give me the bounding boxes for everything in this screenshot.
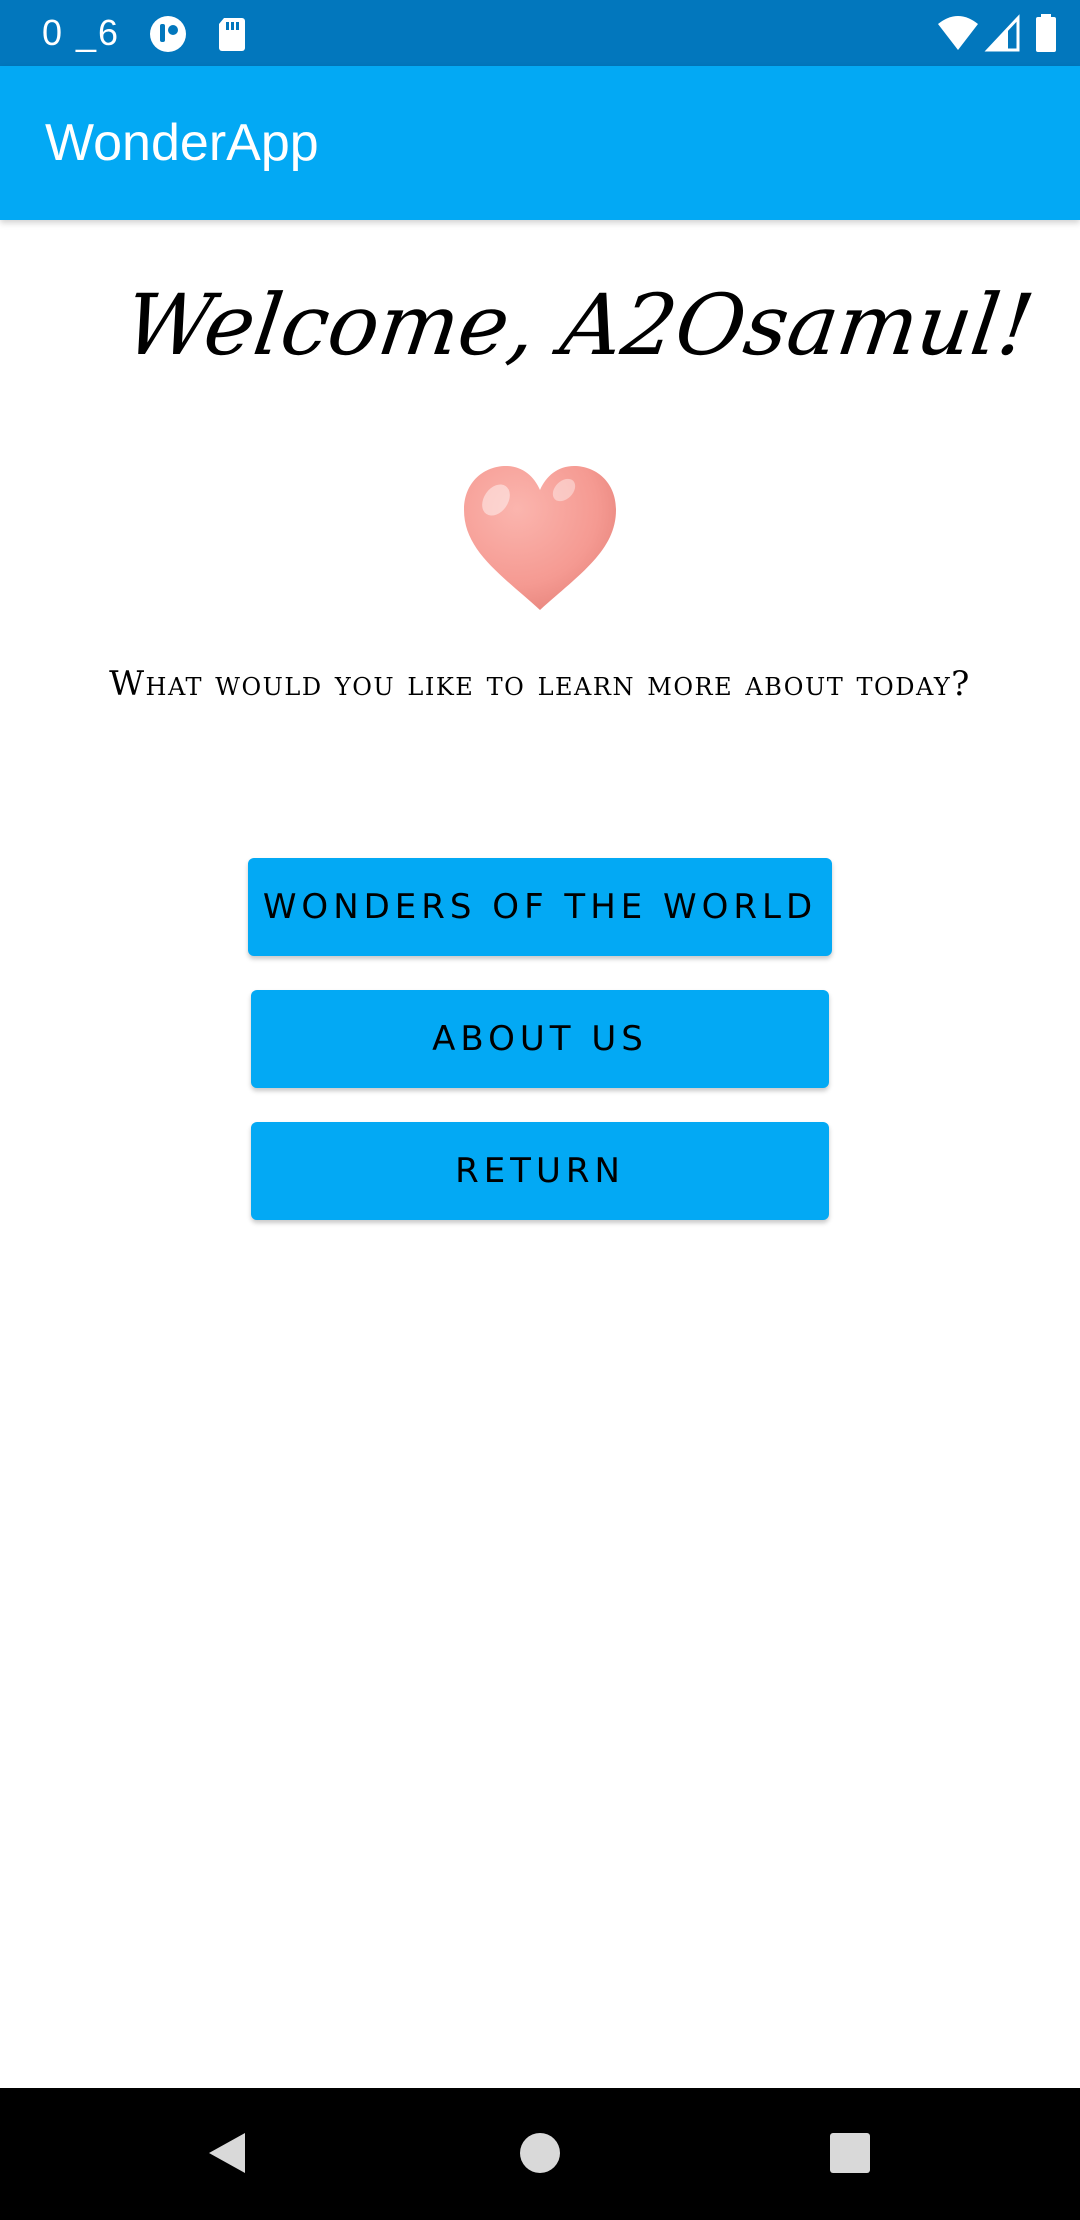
- notification-app-icon: [148, 14, 188, 54]
- welcome-heading: Welcome, A2Osamul!: [118, 276, 1040, 374]
- wifi-icon: [936, 14, 980, 54]
- app-bar: WonderApp: [0, 66, 1080, 220]
- home-icon[interactable]: [505, 2118, 575, 2188]
- navigation-bar: [0, 2088, 1080, 2220]
- screen: 0 _6 WonderApp Welcome, A2Osamul! What w…: [0, 0, 1080, 2220]
- recents-icon[interactable]: [815, 2118, 885, 2188]
- about-us-button[interactable]: ABOUT US: [251, 990, 829, 1088]
- status-time: 0 _6: [42, 12, 121, 53]
- return-button[interactable]: RETURN: [251, 1122, 829, 1220]
- battery-icon: [1034, 14, 1058, 54]
- wonders-of-the-world-button[interactable]: WONDERS OF THE WORLD: [248, 858, 832, 956]
- status-bar: 0 _6: [0, 0, 1080, 66]
- back-icon[interactable]: [192, 2118, 262, 2188]
- cell-signal-icon: [984, 14, 1024, 54]
- sd-card-icon: [212, 14, 252, 54]
- heart-icon: [460, 462, 620, 612]
- app-title: WonderApp: [45, 114, 319, 172]
- question-text: What would you like to learn more about …: [109, 664, 971, 704]
